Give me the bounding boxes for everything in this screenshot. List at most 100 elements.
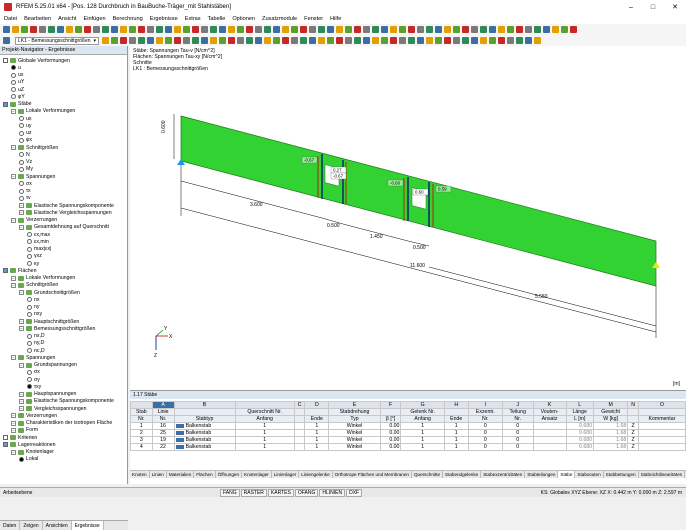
checkbox-icon[interactable]	[3, 101, 8, 107]
toolbar-tool-icon[interactable]	[318, 37, 326, 44]
radio-icon[interactable]	[19, 152, 24, 158]
tree-item[interactable]: N	[19, 151, 30, 158]
cell-ge[interactable]: 1	[443, 436, 469, 444]
menu-optionen[interactable]: Optionen	[232, 16, 255, 22]
menu-ergebnisse[interactable]: Ergebnisse	[150, 16, 178, 22]
tree-item[interactable]: ny,D	[27, 340, 44, 347]
expand-icon[interactable]: −	[11, 413, 16, 419]
cell-dtyp[interactable]: Winkel	[328, 422, 381, 430]
toolbar-tool-icon[interactable]	[543, 26, 550, 33]
toolbar-tool-icon[interactable]	[318, 26, 325, 33]
tree-item[interactable]: Lokal	[19, 456, 38, 463]
tree-item[interactable]: σx	[19, 180, 32, 187]
expand-icon[interactable]: −	[19, 398, 24, 404]
radio-icon[interactable]	[19, 137, 24, 143]
cell-beta[interactable]: 0.00	[379, 422, 402, 430]
cell-w[interactable]: 1.68	[592, 436, 629, 444]
table-row[interactable]: 1 16 Balkenstab 1 1 Winkel 0.00 1 1 0 0 0.680 1.68 Z	[130, 422, 686, 430]
tree-item[interactable]: τx	[19, 188, 31, 195]
toolbar-tool-icon[interactable]	[336, 26, 343, 33]
expand-icon[interactable]: −	[19, 406, 24, 412]
toolbar-tool-icon[interactable]	[237, 26, 244, 33]
radio-icon[interactable]	[27, 348, 32, 354]
radio-icon[interactable]	[27, 311, 32, 317]
toolbar-tool-icon[interactable]	[471, 37, 479, 44]
tree-item[interactable]: φx	[19, 137, 32, 144]
toolbar-tool-icon[interactable]	[57, 26, 64, 33]
tree-item[interactable]: − Lokale Verformungen	[11, 108, 75, 115]
model-canvas[interactable]: -0.67 0.27 -0.67 -0.60 0.60 0.59 0.600 3…	[130, 46, 686, 390]
toolbar-tool-icon[interactable]	[408, 37, 416, 44]
radio-icon[interactable]	[19, 188, 24, 194]
tree-item[interactable]: γxz	[27, 253, 42, 260]
radio-icon[interactable]	[19, 130, 24, 136]
radio-icon[interactable]	[27, 369, 32, 375]
toolbar-tool-icon[interactable]	[129, 26, 136, 33]
toolbar-tool-icon[interactable]	[471, 26, 478, 33]
cell-empty[interactable]	[293, 429, 306, 437]
toolbar-tool-icon[interactable]	[210, 26, 217, 33]
cell-va[interactable]	[532, 436, 567, 444]
toolbar-tool-icon[interactable]	[273, 26, 280, 33]
cell-qe[interactable]: 1	[304, 436, 330, 444]
checkbox-icon[interactable]	[3, 268, 8, 274]
cell-len[interactable]: 0.680	[565, 429, 594, 437]
toolbar-tool-icon[interactable]	[300, 37, 308, 44]
cell-ge[interactable]: 1	[443, 422, 469, 430]
cell-ex[interactable]: 0	[467, 443, 503, 451]
menu-einfuegen[interactable]: Einfügen	[83, 16, 105, 22]
table-tab[interactable]: Stabvouten	[575, 471, 604, 478]
toolbar-tool-icon[interactable]	[480, 37, 488, 44]
cell-ga[interactable]: 1	[400, 422, 445, 430]
toolbar-tool-icon[interactable]	[453, 37, 461, 44]
expand-icon[interactable]: −	[11, 217, 16, 223]
tree-item[interactable]: Globale Verformungen	[3, 57, 70, 64]
toolbar-tool-icon[interactable]	[102, 26, 109, 33]
toolbar-tool-icon[interactable]	[120, 26, 127, 33]
radio-icon[interactable]	[11, 79, 16, 85]
cell-ge[interactable]: 1	[443, 443, 469, 451]
expand-icon[interactable]: −	[11, 145, 16, 151]
toolbar-tool-icon[interactable]	[426, 26, 433, 33]
cell-ge[interactable]: 1	[443, 429, 469, 437]
expand-icon[interactable]: −	[11, 449, 16, 455]
tree-item[interactable]: − Vergleichsspannungen	[19, 405, 87, 412]
table-tab[interactable]: Flächen	[194, 471, 216, 478]
toolbar-tool-icon[interactable]	[165, 37, 173, 44]
toolbar-tool-icon[interactable]	[156, 37, 164, 44]
cell-empty[interactable]	[637, 429, 686, 437]
tree-item[interactable]: τxy	[27, 383, 41, 390]
cell-ax[interactable]: Z	[627, 429, 639, 437]
tab-daten[interactable]: Daten	[0, 521, 21, 530]
toolbar-tool-icon[interactable]	[111, 37, 119, 44]
table-tab[interactable]: Stabexzentrizitäten	[481, 471, 526, 478]
toolbar-tool-icon[interactable]	[534, 26, 541, 33]
expand-icon[interactable]: −	[19, 224, 24, 230]
tree-item[interactable]: − Grundschnittgrößen	[19, 289, 80, 296]
radio-icon[interactable]	[11, 94, 16, 100]
toolbar-tool-icon[interactable]	[363, 37, 371, 44]
expand-icon[interactable]: −	[11, 275, 16, 281]
cell-empty[interactable]	[637, 422, 686, 430]
radio-icon[interactable]	[19, 456, 24, 462]
tree-item[interactable]: − Hauptschnittgrößen	[19, 318, 79, 325]
expand-icon[interactable]: −	[11, 174, 16, 180]
toolbar-tool-icon[interactable]	[552, 26, 559, 33]
toolbar-tool-icon[interactable]	[282, 26, 289, 33]
radio-icon[interactable]	[27, 239, 32, 245]
table-tab[interactable]: Knoten	[130, 471, 150, 478]
cell-ga[interactable]: 1	[400, 443, 445, 451]
toolbar-tool-icon[interactable]	[138, 26, 145, 33]
toolbar-tool-icon[interactable]	[399, 26, 406, 33]
tree-item[interactable]: − Bemessungsschnittgrößen	[19, 325, 95, 332]
toolbar-tool-icon[interactable]	[534, 37, 542, 44]
cell-ga[interactable]: 1	[400, 436, 445, 444]
radio-icon[interactable]	[27, 377, 32, 383]
expand-icon[interactable]: −	[11, 108, 16, 114]
radio-icon[interactable]	[11, 72, 16, 78]
radio-icon[interactable]	[19, 123, 24, 129]
maximize-button[interactable]: □	[642, 0, 664, 14]
toolbar-tool-icon[interactable]	[309, 37, 317, 44]
toolbar-tool-icon[interactable]	[300, 26, 307, 33]
tree-item[interactable]: u	[11, 64, 21, 71]
